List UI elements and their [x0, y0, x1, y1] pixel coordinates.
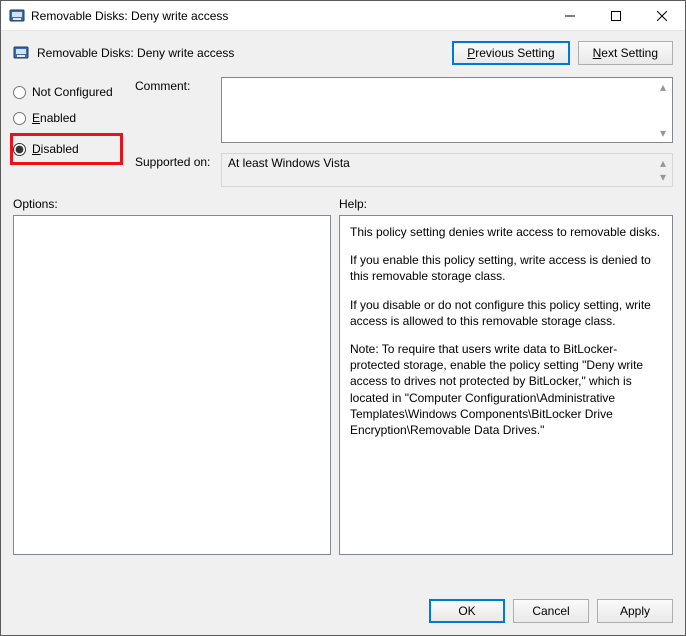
titlebar: Removable Disks: Deny write access — [1, 1, 685, 31]
app-icon — [9, 8, 25, 24]
previous-setting-button[interactable]: Previous Setting — [452, 41, 569, 65]
maximize-button[interactable] — [593, 1, 639, 30]
window-title: Removable Disks: Deny write access — [31, 9, 547, 23]
comment-label: Comment: — [135, 77, 221, 143]
state-radio-group: Not Configured Enabled Disabled — [13, 77, 123, 191]
scroll-up-icon[interactable]: ▴ — [655, 79, 671, 95]
help-label: Help: — [339, 197, 367, 211]
disabled-highlight: Disabled — [10, 133, 123, 165]
supported-value: At least Windows Vista — [228, 156, 350, 170]
cancel-button[interactable]: Cancel — [513, 599, 589, 623]
options-label: Options: — [13, 197, 339, 211]
apply-button[interactable]: Apply — [597, 599, 673, 623]
radio-not-configured-label: Not Configured — [32, 85, 113, 99]
help-text: If you disable or do not configure this … — [350, 297, 662, 329]
next-setting-button[interactable]: Next Setting — [578, 41, 673, 65]
options-panel — [13, 215, 331, 555]
help-text: This policy setting denies write access … — [350, 224, 662, 240]
scroll-down-icon[interactable]: ▾ — [655, 125, 671, 141]
supported-label: Supported on: — [135, 153, 221, 187]
supported-on-box: At least Windows Vista ▴ ▾ — [221, 153, 673, 187]
radio-enabled-label: Enabled — [32, 111, 76, 125]
help-panel: This policy setting denies write access … — [339, 215, 673, 555]
comment-textarea[interactable]: ▴ ▾ — [221, 77, 673, 143]
policy-editor-window: Removable Disks: Deny write access Remov… — [0, 0, 686, 636]
help-text: Note: To require that users write data t… — [350, 341, 662, 438]
radio-not-configured[interactable]: Not Configured — [13, 81, 123, 103]
radio-disabled[interactable]: Disabled — [13, 138, 110, 160]
radio-enabled[interactable]: Enabled — [13, 107, 123, 129]
radio-disabled-label: Disabled — [32, 142, 79, 156]
radio-enabled-input[interactable] — [13, 112, 26, 125]
header-row: Removable Disks: Deny write access Previ… — [1, 31, 685, 73]
dialog-footer: OK Cancel Apply — [1, 589, 685, 635]
radio-not-configured-input[interactable] — [13, 86, 26, 99]
ok-button[interactable]: OK — [429, 599, 505, 623]
minimize-button[interactable] — [547, 1, 593, 30]
help-text: If you enable this policy setting, write… — [350, 252, 662, 284]
radio-disabled-input[interactable] — [13, 143, 26, 156]
scroll-down-icon[interactable]: ▾ — [655, 169, 671, 185]
policy-title: Removable Disks: Deny write access — [37, 46, 444, 60]
policy-icon — [13, 45, 29, 61]
close-button[interactable] — [639, 1, 685, 30]
